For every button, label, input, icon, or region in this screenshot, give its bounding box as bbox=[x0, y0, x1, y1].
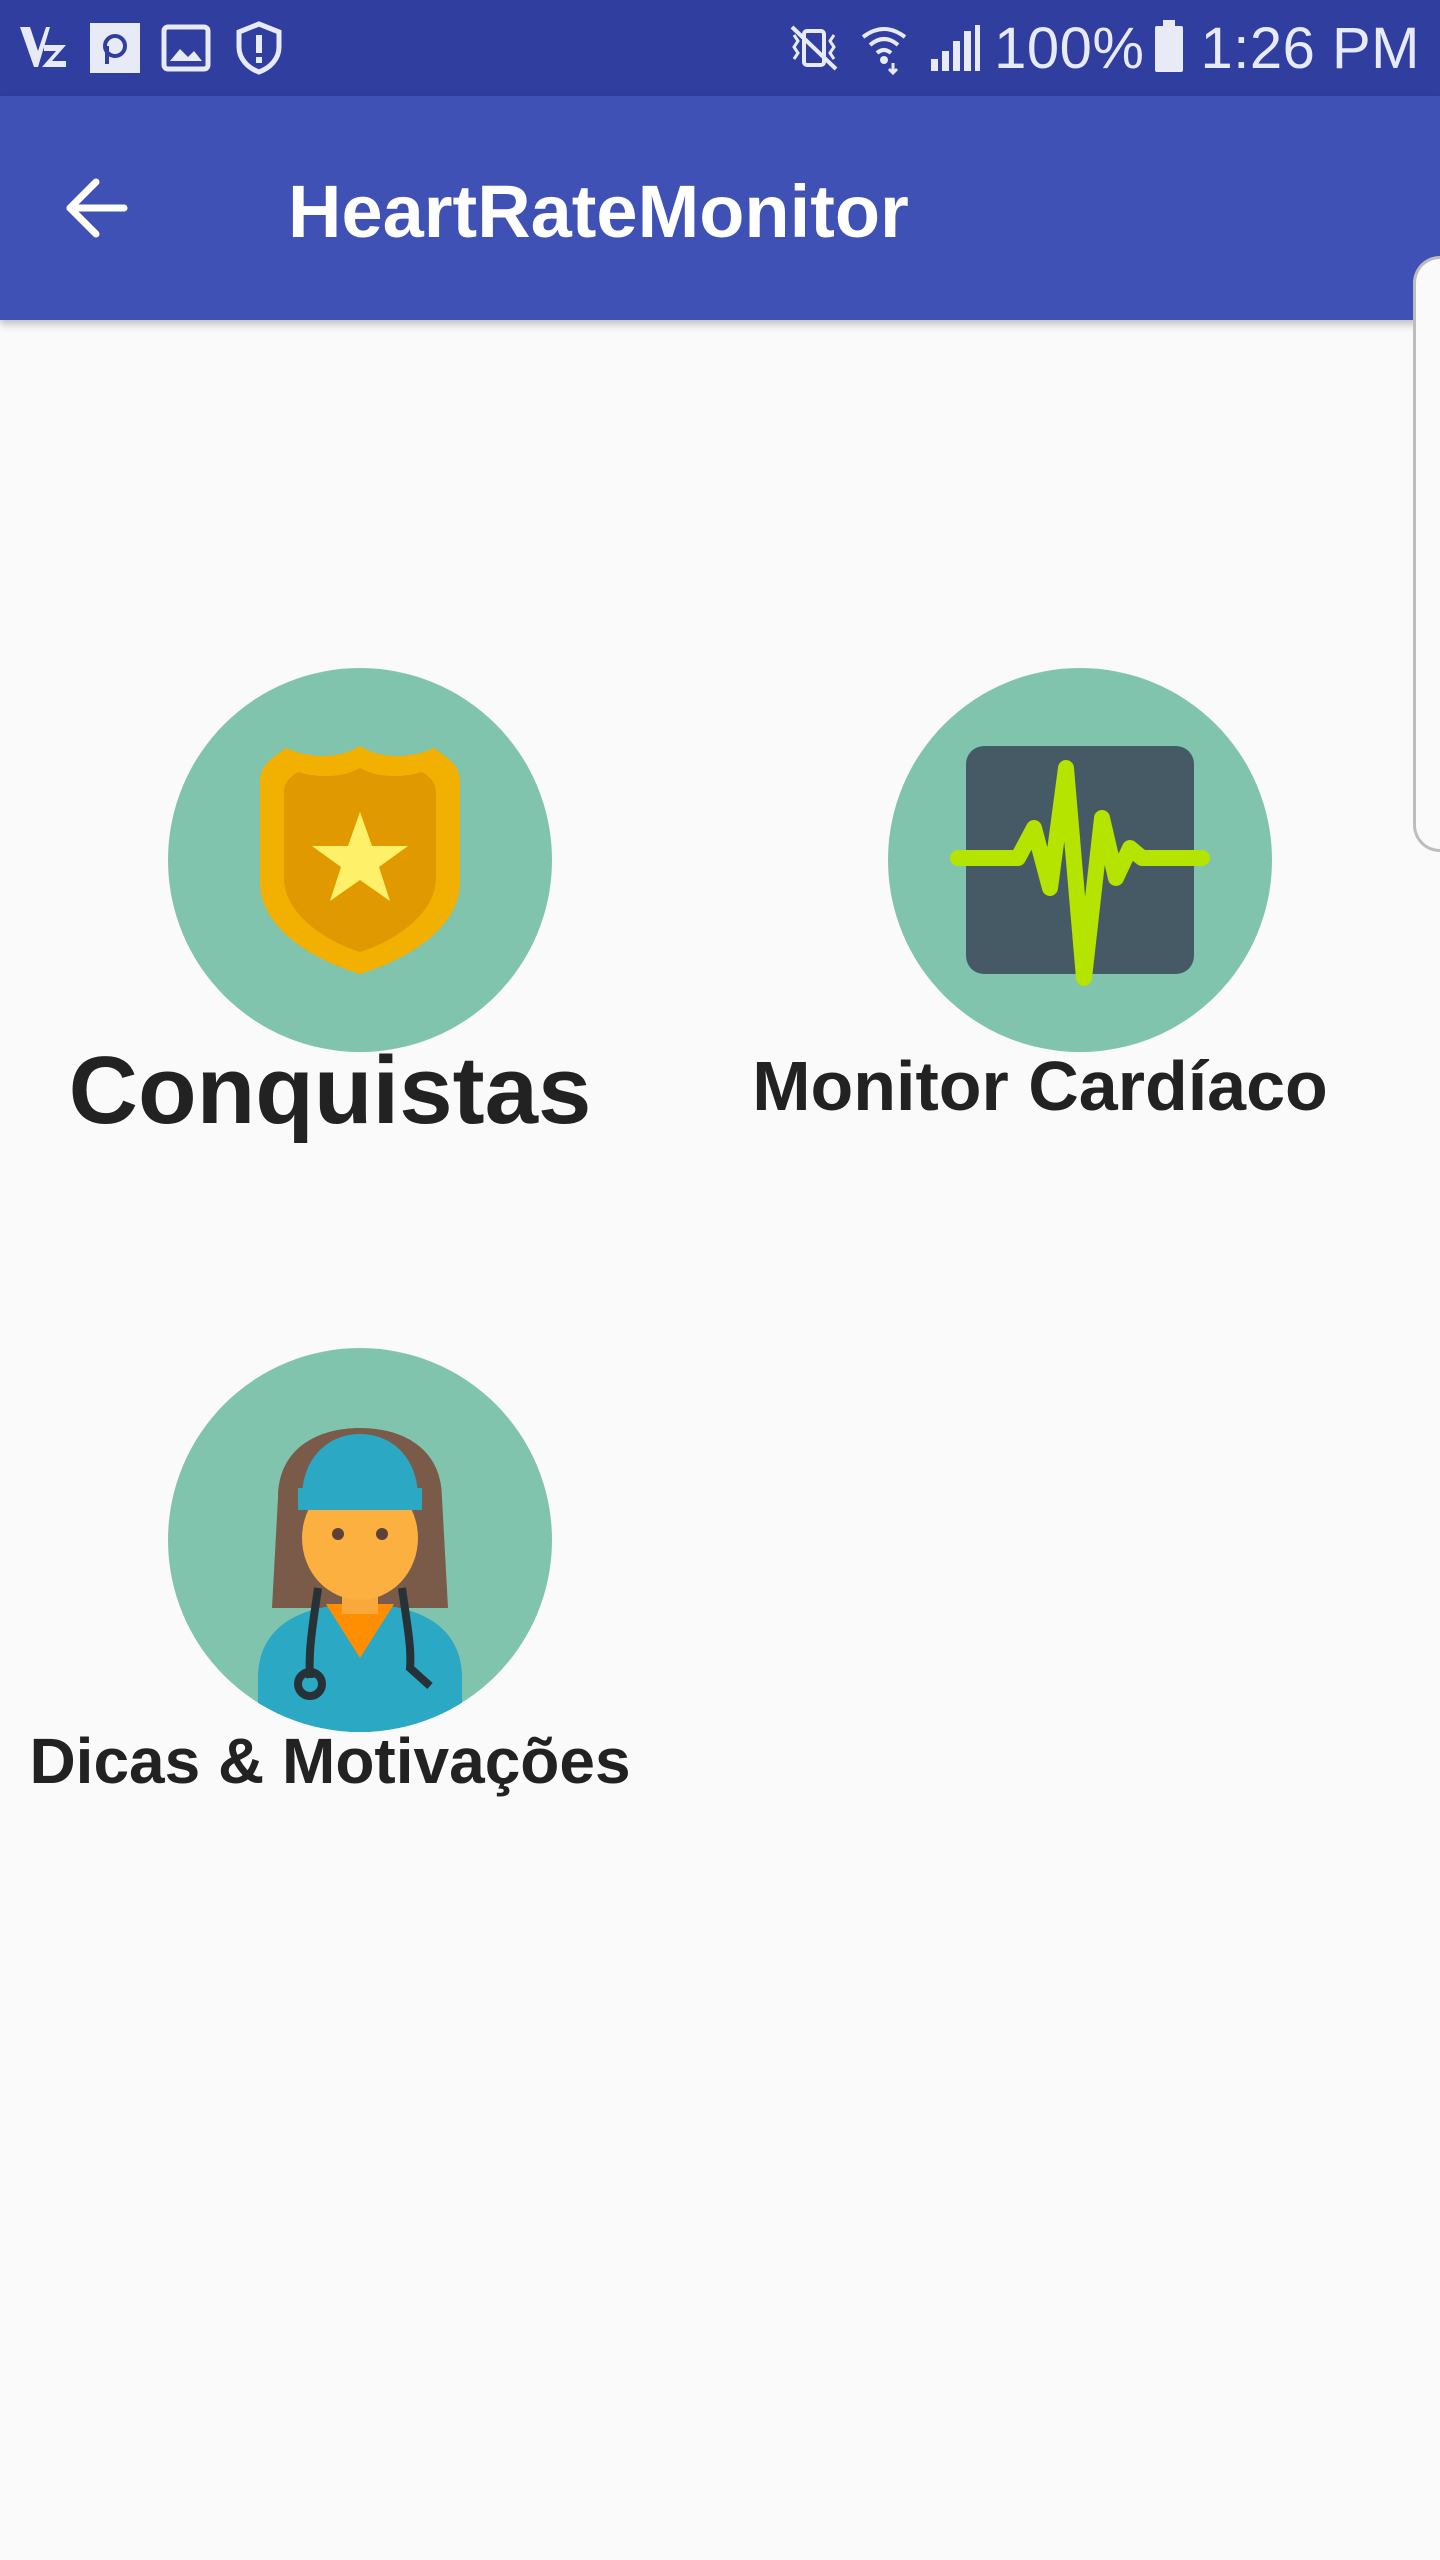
wifi-icon bbox=[854, 18, 914, 78]
menu-item-dicas-motivacoes[interactable]: Dicas & Motivações bbox=[20, 1348, 640, 1868]
status-right-icons: 100% 1:26 PM bbox=[784, 0, 1420, 96]
menu-item-label: Conquistas bbox=[68, 1037, 592, 1144]
menu-icon-circle bbox=[168, 668, 552, 1052]
battery-percent: 100% bbox=[994, 15, 1145, 81]
status-bar: 100% 1:26 PM bbox=[0, 0, 1440, 96]
status-time: 1:26 PM bbox=[1200, 15, 1420, 81]
heart-monitor-icon bbox=[950, 746, 1210, 986]
arrow-back-icon bbox=[66, 178, 128, 238]
page-title: HeartRateMonitor bbox=[288, 170, 909, 253]
doctor-icon bbox=[258, 1428, 462, 1732]
shield-alert-icon bbox=[230, 19, 288, 77]
app-notification-icon bbox=[14, 19, 72, 77]
menu-icon-circle bbox=[168, 1348, 552, 1732]
menu-item-label: Monitor Cardíaco bbox=[752, 1047, 1328, 1125]
police-badge-icon bbox=[260, 746, 460, 974]
back-button[interactable] bbox=[48, 160, 144, 256]
status-left-icons bbox=[14, 16, 302, 80]
menu-item-monitor-cardiaco[interactable]: Monitor Cardíaco bbox=[740, 668, 1360, 1188]
battery-icon bbox=[1153, 18, 1185, 79]
signal-icon bbox=[924, 18, 984, 78]
edge-panel-handle[interactable] bbox=[1413, 256, 1440, 852]
app-bar: HeartRateMonitor bbox=[0, 96, 1440, 320]
vibrate-mute-icon bbox=[784, 18, 844, 78]
parking-icon bbox=[86, 19, 144, 77]
menu-icon-circle bbox=[888, 668, 1272, 1052]
image-icon bbox=[158, 19, 216, 77]
menu-item-conquistas[interactable]: Conquistas bbox=[20, 668, 640, 1188]
menu-item-label: Dicas & Motivações bbox=[29, 1725, 631, 1797]
